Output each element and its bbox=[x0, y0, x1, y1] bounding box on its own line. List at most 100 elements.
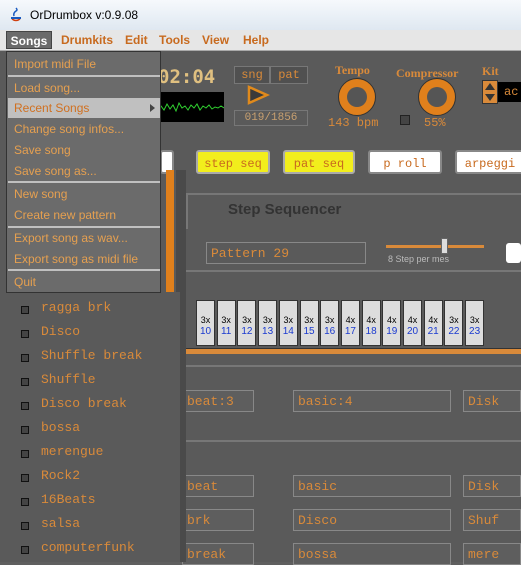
p-roll-button[interactable]: p roll bbox=[368, 150, 442, 174]
step-number: 15 bbox=[303, 326, 315, 337]
menu-songs[interactable]: Songs bbox=[6, 31, 52, 49]
pattern-list: ragga brk Disco Shuffle break Shuffle Disco … bbox=[0, 292, 180, 562]
arpeggi-button[interactable]: arpeggi bbox=[455, 150, 521, 174]
step-cell[interactable]: 3x 12 bbox=[237, 300, 257, 346]
window-title: OrDrumbox v:0.9.08 bbox=[30, 8, 139, 22]
step-multiplier: 4x bbox=[345, 315, 356, 325]
divider bbox=[186, 440, 521, 442]
step-cell[interactable]: 3x 15 bbox=[299, 300, 319, 346]
timeline-bar bbox=[186, 348, 521, 354]
step-number: 19 bbox=[386, 326, 398, 337]
menu-drumkits[interactable]: Drumkits bbox=[61, 32, 113, 48]
menu-item-save-song-as[interactable]: Save song as... bbox=[8, 161, 160, 181]
kit-spinner[interactable] bbox=[482, 80, 498, 104]
bullet-icon bbox=[21, 330, 29, 338]
step-sequencer-title: Step Sequencer bbox=[228, 201, 342, 218]
list-item-label: 16Beats bbox=[41, 492, 96, 507]
pattern-cell[interactable]: brk bbox=[182, 509, 254, 531]
pattern-cell[interactable]: basic:4 bbox=[293, 390, 451, 412]
pattern-cell[interactable]: Disco bbox=[293, 509, 451, 531]
step-cell[interactable]: 3x 11 bbox=[216, 300, 236, 346]
menu-separator bbox=[8, 269, 160, 271]
step-cell[interactable]: 4x 21 bbox=[423, 300, 443, 346]
menu-item-export-midi[interactable]: Export song as midi file bbox=[8, 249, 160, 269]
step-multiplier: 3x bbox=[449, 315, 459, 325]
menu-item-import-midi[interactable]: Import midi File bbox=[8, 54, 160, 74]
menu-help[interactable]: Help bbox=[243, 32, 269, 48]
pattern-cell[interactable]: beat:3 bbox=[182, 390, 254, 412]
compressor-led[interactable] bbox=[400, 115, 410, 125]
compressor-label: Compressor bbox=[396, 66, 459, 80]
pattern-cell[interactable]: Disk bbox=[463, 390, 521, 412]
step-cell[interactable]: 4x 20 bbox=[403, 300, 422, 346]
list-item-label: bossa bbox=[41, 420, 81, 435]
compressor-knob[interactable] bbox=[418, 78, 456, 116]
tempo-knob[interactable] bbox=[338, 78, 376, 116]
step-seq-button[interactable]: step seq bbox=[196, 150, 270, 174]
step-number: 12 bbox=[241, 326, 253, 337]
menu-bar: Songs Drumkits Edit Tools View Help bbox=[0, 30, 521, 51]
step-cell[interactable]: 3x 22 bbox=[444, 300, 464, 346]
pattern-cell[interactable]: basic bbox=[293, 475, 451, 497]
menu-item-load-song[interactable]: Load song... bbox=[8, 78, 160, 98]
menu-item-new-song[interactable]: New song bbox=[8, 184, 160, 204]
pattern-cell[interactable]: Shuf bbox=[463, 509, 521, 531]
submenu-arrow-icon bbox=[150, 104, 155, 112]
up-down-arrow-icon bbox=[485, 83, 495, 101]
step-multiplier: 3x bbox=[304, 315, 314, 325]
step-number: 18 bbox=[365, 326, 377, 337]
menu-item-create-pattern[interactable]: Create new pattern bbox=[8, 205, 160, 225]
bullet-icon bbox=[21, 354, 29, 362]
menu-item-recent-songs[interactable]: Recent Songs bbox=[8, 98, 160, 118]
bullet-icon bbox=[21, 522, 29, 530]
toggle-song[interactable]: sng bbox=[234, 66, 270, 84]
step-multiplier: 4x bbox=[387, 315, 397, 325]
step-cell[interactable]: 4x 18 bbox=[361, 300, 381, 346]
bullet-icon bbox=[21, 474, 29, 482]
menu-item-export-wav[interactable]: Export song as wav... bbox=[8, 228, 160, 248]
list-item-label: computerfunk bbox=[41, 540, 135, 555]
list-item-label: Rock2 bbox=[41, 468, 81, 483]
step-cell[interactable]: 3x 23 bbox=[465, 300, 485, 346]
divider bbox=[186, 270, 521, 272]
menu-item-change-song-infos[interactable]: Change song infos... bbox=[8, 119, 160, 139]
steps-slider-thumb[interactable] bbox=[441, 238, 448, 254]
list-item-label: Shuffle break bbox=[41, 348, 143, 363]
menu-view[interactable]: View bbox=[202, 32, 229, 48]
tempo-value: 143 bpm bbox=[328, 116, 379, 130]
menu-edit[interactable]: Edit bbox=[125, 32, 148, 48]
step-number: 11 bbox=[220, 326, 232, 337]
menu-item-quit[interactable]: Quit bbox=[8, 272, 160, 292]
steps-slider-track[interactable] bbox=[386, 245, 484, 248]
compressor-value: 55% bbox=[424, 116, 446, 130]
list-item-label: merengue bbox=[41, 444, 104, 459]
pat-seq-button[interactable]: pat seq bbox=[283, 150, 355, 174]
pattern-name-field[interactable]: Pattern 29 bbox=[206, 242, 366, 264]
step-cell[interactable]: 3x 14 bbox=[278, 300, 298, 346]
tempo-label: Tempo bbox=[335, 63, 370, 77]
pattern-cell[interactable]: beat bbox=[182, 475, 254, 497]
list-item-label: Shuffle bbox=[41, 372, 96, 387]
menu-separator bbox=[8, 75, 160, 77]
step-number: 21 bbox=[427, 326, 439, 337]
step-cell[interactable]: 3x 10 bbox=[196, 300, 215, 346]
step-cell[interactable]: 3x 13 bbox=[258, 300, 278, 346]
step-multiplier: 3x bbox=[469, 315, 480, 325]
menu-item-save-song[interactable]: Save song bbox=[8, 140, 160, 160]
title-bar: OrDrumbox v:0.9.08 bbox=[0, 0, 521, 31]
toggle-pattern[interactable]: pat bbox=[270, 66, 308, 84]
waveform-display bbox=[157, 92, 225, 122]
pattern-cell[interactable]: Disk bbox=[463, 475, 521, 497]
menu-tools[interactable]: Tools bbox=[159, 32, 190, 48]
play-icon[interactable] bbox=[246, 85, 270, 105]
menu-item-recent-songs-label: Recent Songs bbox=[14, 101, 90, 115]
step-cell[interactable]: 4x 17 bbox=[340, 300, 360, 346]
menu-separator bbox=[8, 181, 160, 183]
bullet-icon bbox=[21, 450, 29, 458]
step-cell[interactable]: 3x 16 bbox=[320, 300, 340, 346]
list-item-label: Disco bbox=[41, 324, 81, 339]
kit-select[interactable]: ac bbox=[498, 82, 521, 102]
position-counter: 019/1856 bbox=[234, 110, 308, 126]
side-button[interactable] bbox=[506, 243, 521, 263]
step-cell[interactable]: 4x 19 bbox=[382, 300, 402, 346]
